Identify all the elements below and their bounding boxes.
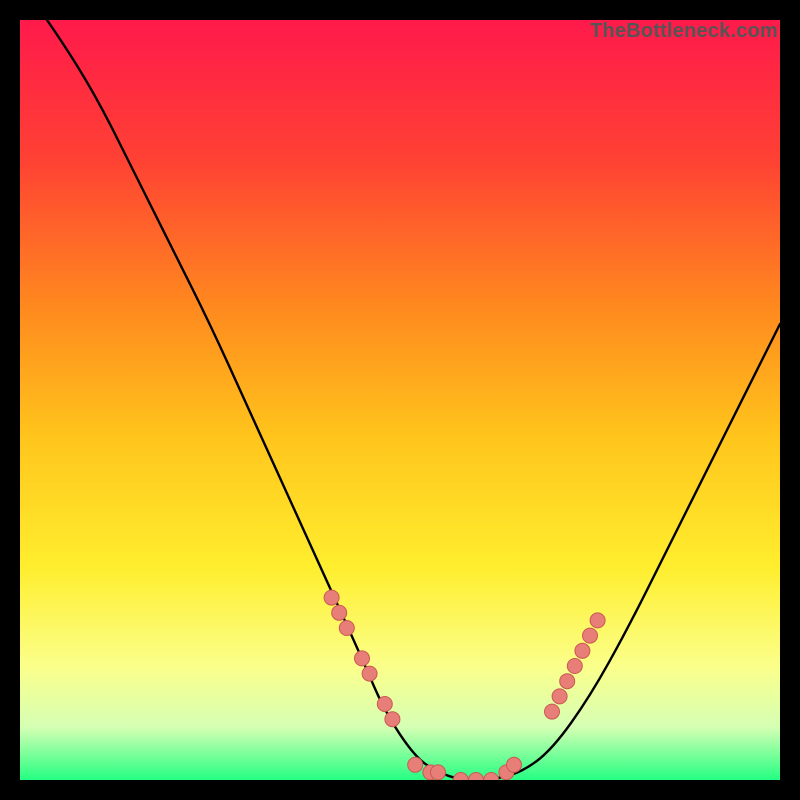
chart-frame: TheBottleneck.com bbox=[20, 20, 780, 780]
curve-marker-dot bbox=[590, 613, 605, 628]
bottleneck-chart bbox=[20, 20, 780, 780]
curve-marker-dot bbox=[545, 704, 560, 719]
curve-marker-dot bbox=[339, 621, 354, 636]
curve-marker-dot bbox=[575, 643, 590, 658]
curve-marker-dot bbox=[431, 765, 446, 780]
curve-marker-dot bbox=[385, 712, 400, 727]
curve-marker-dot bbox=[408, 757, 423, 772]
curve-marker-dot bbox=[332, 605, 347, 620]
curve-marker-dot bbox=[377, 697, 392, 712]
curve-marker-dot bbox=[355, 651, 370, 666]
curve-marker-dot bbox=[324, 590, 339, 605]
curve-marker-dot bbox=[507, 757, 522, 772]
curve-marker-dot bbox=[362, 666, 377, 681]
curve-marker-dot bbox=[560, 674, 575, 689]
gradient-background bbox=[20, 20, 780, 780]
curve-marker-dot bbox=[583, 628, 598, 643]
curve-marker-dot bbox=[552, 689, 567, 704]
curve-marker-dot bbox=[567, 659, 582, 674]
